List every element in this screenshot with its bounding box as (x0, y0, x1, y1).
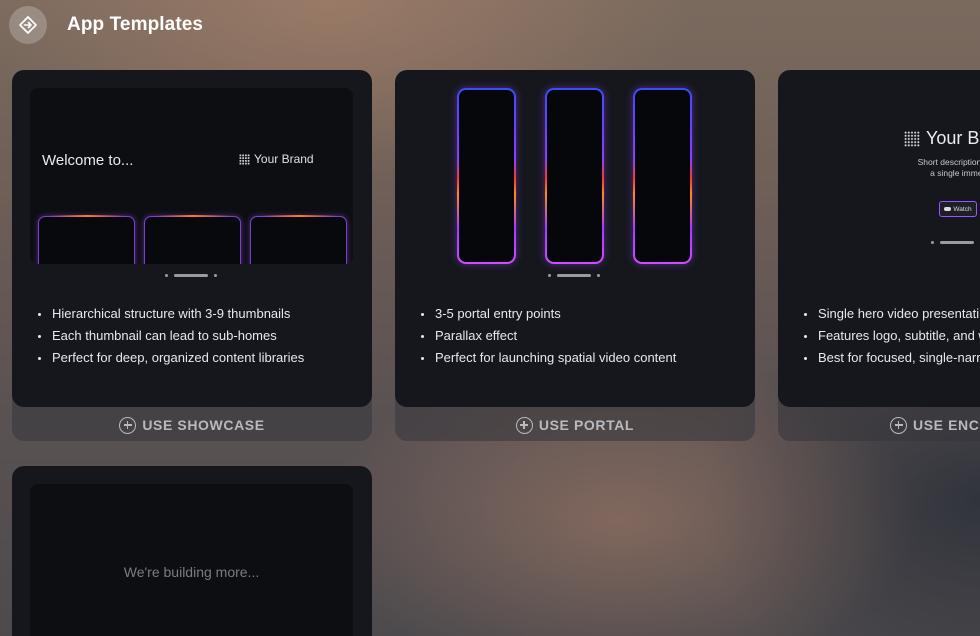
feature-list: Single hero video presentati Features lo… (804, 303, 980, 369)
use-encore-label: USE ENCO (913, 417, 980, 433)
plus-circle-icon (515, 416, 533, 434)
card-body: Your B Short description of the purp a s… (778, 70, 980, 407)
card-body: Welcome to... Your Brand Hierarchical st… (12, 70, 372, 407)
showcase-preview: Welcome to... Your Brand (30, 88, 353, 264)
list-item: Perfect for launching spatial video cont… (421, 347, 676, 369)
page-indicator (165, 273, 217, 277)
preview-thumbnail (250, 215, 347, 264)
list-item: Best for focused, single-narr (804, 347, 980, 369)
template-card-showcase: Welcome to... Your Brand Hierarchical st… (12, 70, 372, 441)
preview-brand: Your Brand (239, 152, 314, 166)
preview-thumbnail (144, 215, 241, 264)
portal-preview (457, 88, 516, 264)
brand-logo-icon (239, 153, 250, 165)
back-button[interactable] (9, 6, 47, 44)
list-item: Single hero video presentati (804, 303, 980, 325)
placeholder-preview: We're building more... (30, 484, 353, 636)
portal-preview (545, 88, 604, 264)
list-item: 3-5 portal entry points (421, 303, 676, 325)
preview-description: Short description of the purp a single i… (871, 157, 980, 179)
template-card-placeholder: We're building more... (12, 466, 372, 636)
preview-thumbnail (38, 215, 135, 264)
list-item: Perfect for deep, organized content libr… (38, 347, 304, 369)
feature-list: 3-5 portal entry points Parallax effect … (421, 303, 676, 369)
portal-preview (633, 88, 692, 264)
plus-circle-icon (119, 416, 137, 434)
plus-circle-icon (890, 416, 907, 434)
brand-logo-icon (904, 130, 920, 147)
preview-description-line: Short description of the purp (917, 157, 980, 167)
list-item: Parallax effect (421, 325, 676, 347)
page-indicator (548, 273, 600, 277)
use-encore-button[interactable]: USE ENCO (778, 409, 980, 441)
use-showcase-label: USE SHOWCASE (142, 417, 265, 433)
template-card-encore: Your B Short description of the purp a s… (778, 70, 980, 441)
preview-welcome-text: Welcome to... (42, 152, 134, 169)
page-title: App Templates (67, 14, 204, 35)
list-item: Each thumbnail can lead to sub-homes (38, 325, 304, 347)
feature-list: Hierarchical structure with 3-9 thumbnai… (38, 303, 304, 369)
preview-brand-text: Your B (926, 128, 980, 148)
diamond-arrow-icon (19, 16, 37, 34)
placeholder-text: We're building more... (123, 564, 260, 580)
use-showcase-button[interactable]: USE SHOWCASE (12, 409, 372, 441)
use-portal-button[interactable]: USE PORTAL (395, 409, 755, 441)
template-card-portal: 3-5 portal entry points Parallax effect … (395, 70, 755, 441)
page-indicator (931, 240, 974, 244)
preview-brand: Your B (904, 128, 979, 149)
use-portal-label: USE PORTAL (538, 417, 635, 433)
card-body: 3-5 portal entry points Parallax effect … (395, 70, 755, 407)
preview-watch-button: Watch (939, 201, 977, 217)
preview-description-line: a single immersive ex (930, 168, 980, 178)
header: App Templates (0, 0, 980, 52)
preview-brand-text: Your Brand (254, 152, 314, 166)
list-item: Hierarchical structure with 3-9 thumbnai… (38, 303, 304, 325)
preview-watch-label: Watch (953, 205, 972, 213)
vr-headset-icon (944, 207, 952, 211)
card-body: We're building more... (12, 466, 372, 636)
list-item: Features logo, subtitle, and w (804, 325, 980, 347)
